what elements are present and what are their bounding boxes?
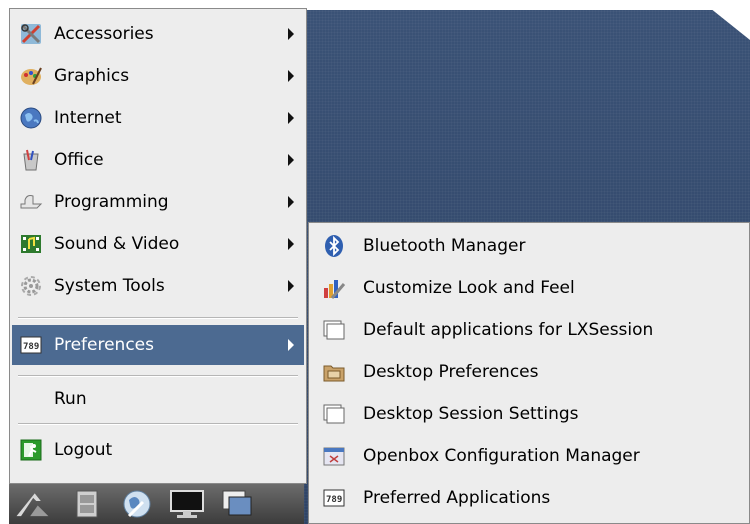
menu-separator — [18, 375, 298, 377]
web-browser-icon[interactable] — [115, 486, 159, 522]
menu-item-label: Sound & Video — [54, 234, 180, 254]
programming-icon — [18, 189, 44, 215]
submenu-arrow-icon — [288, 280, 294, 292]
logout-icon — [18, 437, 44, 463]
window-icon — [321, 401, 347, 427]
menu-item-logout[interactable]: Logout — [12, 430, 304, 470]
menu-item-label: Logout — [54, 440, 113, 460]
svg-text:789: 789 — [326, 495, 342, 505]
menu-item-label: System Tools — [54, 276, 165, 296]
menu-item-office[interactable]: Office — [12, 140, 304, 180]
file-manager-icon[interactable] — [65, 486, 109, 522]
system-tools-icon — [18, 273, 44, 299]
main-menu: Accessories Graphics Internet Office Pro… — [9, 8, 307, 484]
submenu-item-label: Desktop Session Settings — [363, 404, 579, 424]
menu-item-label: Graphics — [54, 66, 130, 86]
submenu-arrow-icon — [288, 70, 294, 82]
svg-text:789: 789 — [23, 342, 39, 352]
submenu-item-bluetooth-manager[interactable]: Bluetooth Manager — [315, 226, 745, 266]
appearance-icon — [321, 275, 347, 301]
menu-item-label: Preferences — [54, 335, 154, 355]
submenu-item-label: Default applications for LXSession — [363, 320, 654, 340]
window-icon — [321, 317, 347, 343]
run-icon-placeholder — [18, 386, 44, 412]
menu-item-label: Internet — [54, 108, 122, 128]
menu-item-preferences[interactable]: 789 Preferences — [12, 325, 304, 365]
submenu-arrow-icon — [288, 238, 294, 250]
preferences-submenu: Bluetooth Manager Customize Look and Fee… — [308, 222, 750, 524]
menu-item-internet[interactable]: Internet — [12, 98, 304, 138]
taskbar — [9, 484, 304, 524]
menu-item-label: Office — [54, 150, 104, 170]
menu-item-accessories[interactable]: Accessories — [12, 14, 304, 54]
preferences-icon: 789 — [321, 485, 347, 511]
menu-item-sound-video[interactable]: Sound & Video — [12, 224, 304, 264]
openbox-icon — [321, 443, 347, 469]
submenu-item-label: Openbox Configuration Manager — [363, 446, 640, 466]
submenu-arrow-icon — [288, 154, 294, 166]
menu-item-system-tools[interactable]: System Tools — [12, 266, 304, 306]
submenu-item-label: Customize Look and Feel — [363, 278, 575, 298]
submenu-item-customize-look-and-feel[interactable]: Customize Look and Feel — [315, 268, 745, 308]
menu-separator — [18, 423, 298, 425]
menu-item-label: Programming — [54, 192, 169, 212]
terminal-icon[interactable] — [165, 486, 209, 522]
submenu-arrow-icon — [288, 112, 294, 124]
graphics-icon — [18, 63, 44, 89]
bluetooth-icon — [321, 233, 347, 259]
screen-corner — [700, 0, 750, 40]
submenu-item-default-applications[interactable]: Default applications for LXSession — [315, 310, 745, 350]
preferences-icon: 789 — [18, 332, 44, 358]
submenu-item-desktop-preferences[interactable]: Desktop Preferences — [315, 352, 745, 392]
submenu-arrow-icon — [288, 28, 294, 40]
submenu-item-openbox-configuration-manager[interactable]: Openbox Configuration Manager — [315, 436, 745, 476]
office-icon — [18, 147, 44, 173]
submenu-arrow-icon — [288, 196, 294, 208]
sound-video-icon — [18, 231, 44, 257]
accessories-icon — [18, 21, 44, 47]
submenu-arrow-icon — [288, 339, 294, 351]
menu-item-label: Run — [54, 389, 87, 409]
submenu-item-desktop-session-settings[interactable]: Desktop Session Settings — [315, 394, 745, 434]
menu-item-programming[interactable]: Programming — [12, 182, 304, 222]
submenu-item-preferred-applications[interactable]: 789 Preferred Applications — [315, 478, 745, 518]
menu-item-label: Accessories — [54, 24, 154, 44]
submenu-item-label: Bluetooth Manager — [363, 236, 526, 256]
menu-item-graphics[interactable]: Graphics — [12, 56, 304, 96]
internet-icon — [18, 105, 44, 131]
folder-icon — [321, 359, 347, 385]
submenu-item-label: Preferred Applications — [363, 488, 551, 508]
lxde-logo-icon[interactable] — [15, 486, 59, 522]
menu-item-run[interactable]: Run — [12, 379, 304, 419]
submenu-item-label: Desktop Preferences — [363, 362, 539, 382]
desktop-icon[interactable] — [215, 486, 259, 522]
menu-separator — [18, 317, 298, 319]
